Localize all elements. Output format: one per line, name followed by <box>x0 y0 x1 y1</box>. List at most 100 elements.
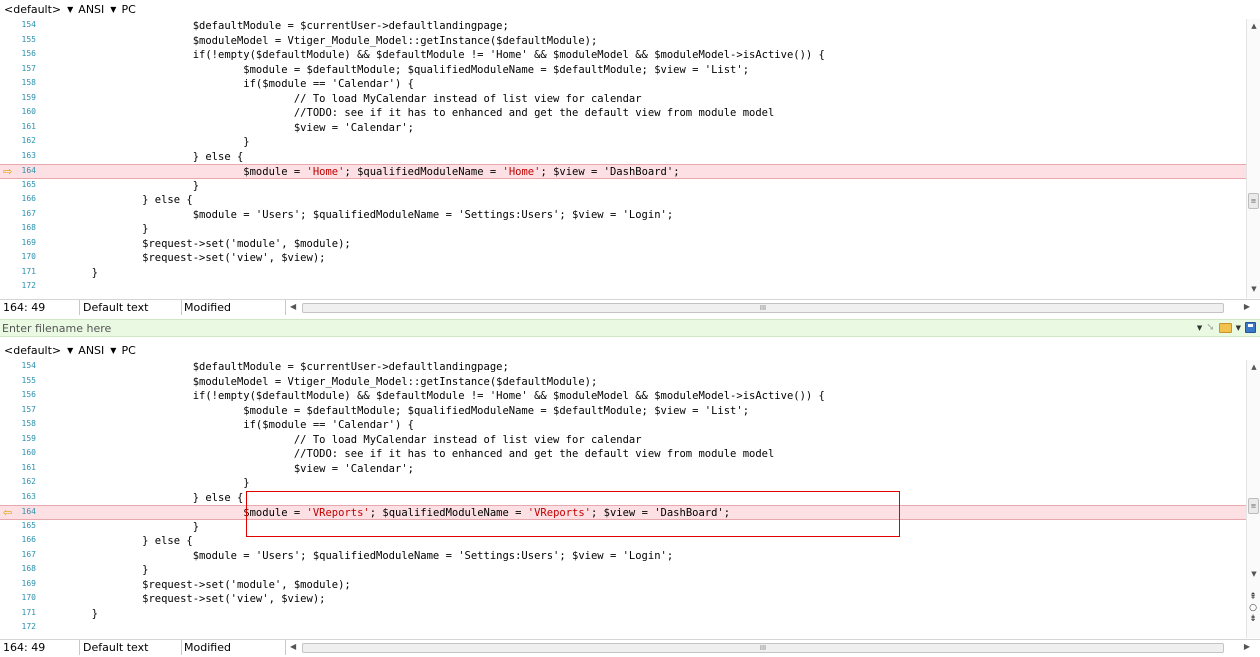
code-line[interactable]: 166 } else { <box>0 534 1246 549</box>
save-icon[interactable] <box>1245 322 1256 333</box>
code-segment: } <box>41 136 250 148</box>
navigate-icon[interactable]: ➘ <box>1206 322 1214 333</box>
sync-icon[interactable]: ○ <box>1248 603 1258 614</box>
diff-line[interactable]: ⇦ 164 $module = 'VReports'; $qualifiedMod… <box>0 505 1246 520</box>
code-line[interactable]: 162 } <box>0 476 1246 491</box>
code-line[interactable]: 167 $module = 'Users'; $qualifiedModuleN… <box>0 549 1246 564</box>
code-text: $moduleModel = Vtiger_Module_Model::getI… <box>41 375 598 390</box>
code-text: if($module == 'Calendar') { <box>41 77 414 92</box>
code-line[interactable]: 171 } <box>0 607 1246 622</box>
line-number: 160 <box>21 448 36 457</box>
line-gutter: 169 <box>0 578 38 593</box>
code-line[interactable]: 166 } else { <box>0 193 1246 208</box>
code-line[interactable]: 159 // To load MyCalendar instead of lis… <box>0 433 1246 448</box>
code-line[interactable]: 170 $request->set('view', $view); <box>0 592 1246 607</box>
chevron-down-icon[interactable]: ▼ <box>1197 324 1202 332</box>
code-line[interactable]: 160 //TODO: see if it has to enhanced an… <box>0 106 1246 121</box>
code-editor-top[interactable]: 172 171 } 170 $request->set('view', $view)… <box>0 19 1260 298</box>
scroll-left-icon[interactable]: ◀ <box>290 302 296 311</box>
code-editor-bottom[interactable]: 172 171 } 170 $request->set('view', $view)… <box>0 360 1260 638</box>
code-line[interactable]: 155 $moduleModel = Vtiger_Module_Model::… <box>0 34 1246 49</box>
horizontal-scrollbar-bottom[interactable]: ◀ III ▶ <box>288 642 1250 654</box>
open-folder-icon[interactable] <box>1218 322 1232 333</box>
code-line[interactable]: 161 $view = 'Calendar'; <box>0 462 1246 477</box>
previous-diff-icon[interactable]: ⇞ <box>1248 592 1258 603</box>
scroll-right-icon[interactable]: ▶ <box>1244 302 1250 311</box>
line-gutter: 159 <box>0 433 38 448</box>
horizontal-scrollbar-top[interactable]: ◀ III ▶ <box>288 302 1250 314</box>
line-number: 156 <box>21 390 36 399</box>
scroll-up-icon[interactable]: ▲ <box>1247 363 1260 375</box>
code-line[interactable]: 157 $module = $defaultModule; $qualified… <box>0 404 1246 419</box>
code-segment: if(!empty($defaultModule) && $defaultMod… <box>41 390 825 402</box>
code-line[interactable]: 159 // To load MyCalendar instead of lis… <box>0 92 1246 107</box>
code-text: } <box>41 135 250 150</box>
line-gutter: 163 <box>0 491 38 506</box>
scroll-thumb[interactable]: ≡ <box>1248 498 1259 514</box>
syntax-mode[interactable]: Default text <box>80 640 182 655</box>
syntax-mode[interactable]: Default text <box>80 300 182 315</box>
code-line[interactable]: 170 $request->set('view', $view); <box>0 251 1246 266</box>
scroll-right-icon[interactable]: ▶ <box>1244 642 1250 651</box>
code-line[interactable]: 171 } <box>0 266 1246 281</box>
code-line[interactable]: 169 $request->set('module', $module); <box>0 237 1246 252</box>
code-line[interactable]: 165 } <box>0 520 1246 535</box>
profile-label[interactable]: <default> <box>4 3 61 16</box>
code-line[interactable]: 168 } <box>0 563 1246 578</box>
scroll-down-icon[interactable]: ▼ <box>1247 570 1260 582</box>
code-line[interactable]: 163 } else { <box>0 491 1246 506</box>
code-line[interactable]: 168 } <box>0 222 1246 237</box>
code-line[interactable]: 161 $view = 'Calendar'; <box>0 121 1246 136</box>
code-line[interactable]: 162 } <box>0 135 1246 150</box>
code-line[interactable]: 172 <box>0 280 1246 295</box>
line-ending-label[interactable]: PC <box>121 3 135 16</box>
code-line[interactable]: 172 <box>0 621 1246 636</box>
scroll-up-icon[interactable]: ▲ <box>1247 22 1260 34</box>
code-line[interactable]: 156 if(!empty($defaultModule) && $defaul… <box>0 389 1246 404</box>
scroll-thumb[interactable]: III <box>302 303 1224 313</box>
arrow-right-icon[interactable]: ⇨ <box>3 166 12 177</box>
line-ending-label[interactable]: PC <box>121 344 135 357</box>
encoding-label[interactable]: ANSI <box>78 3 104 16</box>
code-line[interactable]: 165 } <box>0 179 1246 194</box>
scroll-thumb[interactable]: ≡ <box>1248 193 1259 209</box>
line-gutter: 172 <box>0 280 38 295</box>
encoding-label[interactable]: ANSI <box>78 344 104 357</box>
code-line[interactable]: 169 $request->set('module', $module); <box>0 578 1246 593</box>
code-line[interactable]: 154 $defaultModule = $currentUser->defau… <box>0 360 1246 375</box>
code-segment: } else { <box>41 194 193 206</box>
code-line[interactable]: 158 if($module == 'Calendar') { <box>0 418 1246 433</box>
line-number: 168 <box>21 564 36 573</box>
profile-label[interactable]: <default> <box>4 344 61 357</box>
line-number: 166 <box>21 194 36 203</box>
code-text: $request->set('view', $view); <box>41 251 325 266</box>
code-text: $defaultModule = $currentUser->defaultla… <box>41 19 509 34</box>
code-line[interactable]: 160 //TODO: see if it has to enhanced an… <box>0 447 1246 462</box>
line-number: 162 <box>21 477 36 486</box>
code-line[interactable]: 154 $defaultModule = $currentUser->defau… <box>0 19 1246 34</box>
scroll-thumb[interactable]: III <box>302 643 1224 653</box>
arrow-left-icon[interactable]: ⇦ <box>3 507 12 518</box>
filename-input[interactable] <box>2 321 1162 336</box>
line-gutter: 171 <box>0 607 38 622</box>
code-line[interactable]: 157 $module = $defaultModule; $qualified… <box>0 63 1246 78</box>
code-line[interactable]: 167 $module = 'Users'; $qualifiedModuleN… <box>0 208 1246 223</box>
chevron-down-icon[interactable]: ▼ <box>67 346 73 355</box>
code-line[interactable]: 158 if($module == 'Calendar') { <box>0 77 1246 92</box>
code-line[interactable]: 163 } else { <box>0 150 1246 165</box>
code-segment: $moduleModel = Vtiger_Module_Model::getI… <box>41 34 598 47</box>
line-number: 165 <box>21 179 36 189</box>
line-gutter: 155 <box>0 34 38 49</box>
chevron-down-icon[interactable]: ▼ <box>110 346 116 355</box>
vertical-scrollbar-top[interactable]: ▲ ≡ ▼ <box>1246 19 1260 298</box>
scroll-down-icon[interactable]: ▼ <box>1247 285 1260 297</box>
diff-line[interactable]: ⇨ 164 $module = 'Home'; $qualifiedModuleN… <box>0 164 1246 179</box>
chevron-down-icon[interactable]: ▼ <box>1236 324 1241 332</box>
next-diff-icon[interactable]: ⇟ <box>1248 614 1258 625</box>
chevron-down-icon[interactable]: ▼ <box>110 5 116 14</box>
code-line[interactable]: 156 if(!empty($defaultModule) && $defaul… <box>0 48 1246 63</box>
chevron-down-icon[interactable]: ▼ <box>67 5 73 14</box>
code-line[interactable]: 155 $moduleModel = Vtiger_Module_Model::… <box>0 375 1246 390</box>
line-number: 170 <box>21 252 36 261</box>
scroll-left-icon[interactable]: ◀ <box>290 642 296 651</box>
